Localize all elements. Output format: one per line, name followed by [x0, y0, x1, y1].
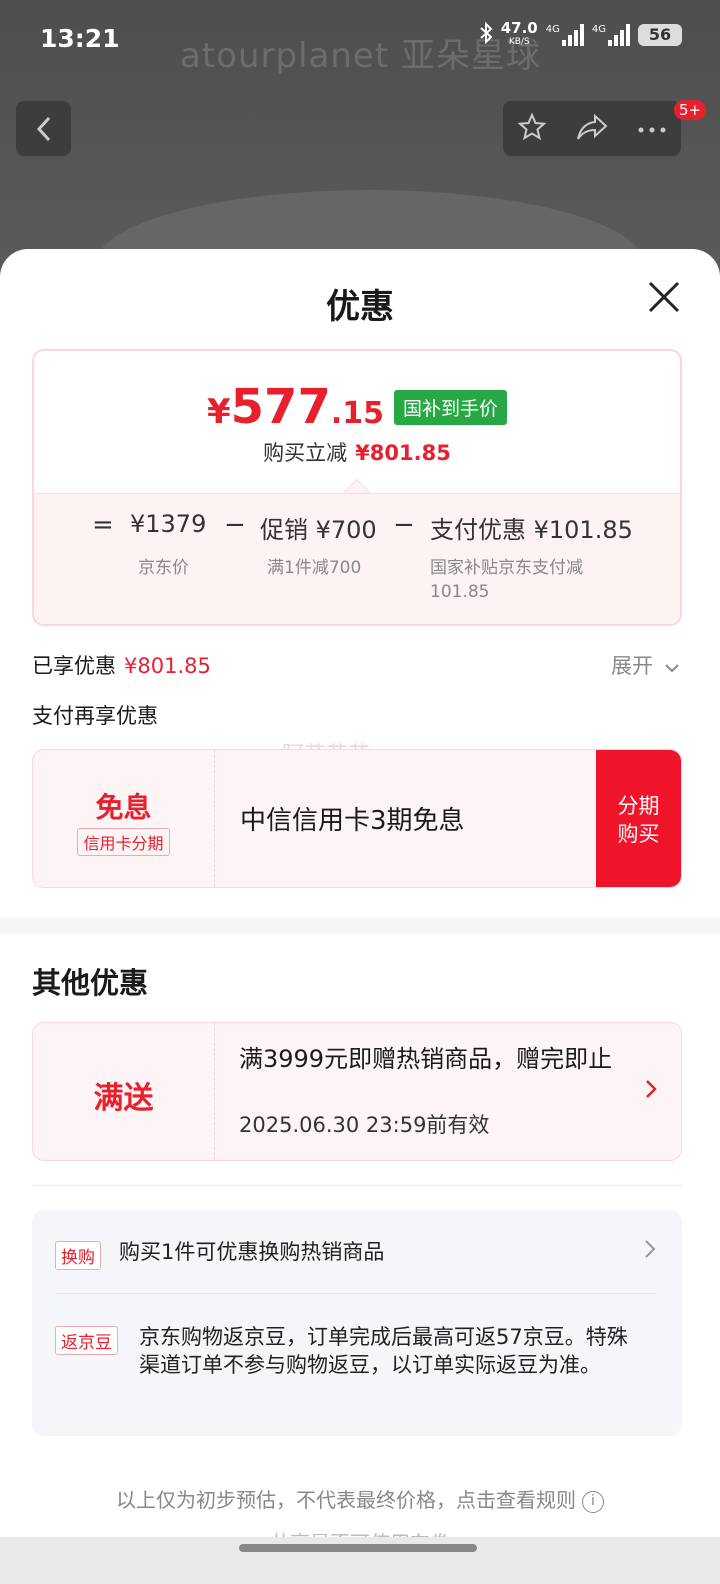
share-button[interactable]: [575, 112, 609, 146]
coupon-title: 免息: [95, 791, 152, 824]
expand-button[interactable]: 展开: [611, 650, 680, 680]
gift-coupon[interactable]: 满送 满3999元即赠热销商品，赠完即止 2025.06.30 23:59前有效: [32, 1022, 682, 1161]
sheet-title: 优惠: [326, 287, 394, 327]
jd-price-label: 京东价: [138, 558, 189, 578]
share-icon: [577, 113, 608, 140]
equals-sign: =: [92, 510, 114, 540]
chevron-right-icon: [645, 1077, 657, 1105]
chevron-left-icon: [36, 116, 50, 141]
enjoyed-discount: 已享优惠 ¥801.85: [32, 654, 211, 678]
info-icon: i: [582, 1490, 604, 1513]
coupon-text: 中信信用卡3期免息: [240, 806, 465, 836]
minus-sign-2: −: [393, 510, 415, 540]
pay-discount: 支付优惠 ¥101.85: [430, 516, 633, 544]
bluetooth-icon: [479, 21, 493, 48]
top-actions: [503, 101, 681, 156]
installment-buy-button[interactable]: 分期 购买: [596, 750, 681, 887]
more-icon: [638, 127, 666, 133]
gift-coupon-title: 满送: [93, 1081, 154, 1116]
star-icon: [517, 112, 547, 140]
close-icon: [648, 281, 680, 313]
pay-discount-desc: 国家补贴京东支付减101.85: [430, 558, 583, 602]
rules-link[interactable]: 以上仅为初步预估，不代表最终价格，点击查看规则 i: [0, 1484, 720, 1513]
favorite-button[interactable]: [517, 112, 547, 146]
exchange-tag: 换购: [55, 1241, 101, 1270]
close-button[interactable]: [642, 275, 686, 319]
info-divider: [56, 1293, 656, 1294]
exchange-text: 购买1件可优惠换购热销商品: [119, 1240, 385, 1264]
pay-more-title: 支付再享优惠: [32, 704, 158, 728]
chevron-down-icon: [664, 664, 679, 673]
chevron-right-icon: [644, 1239, 656, 1265]
divider: [32, 1185, 682, 1186]
home-indicator[interactable]: [239, 1544, 477, 1552]
status-time: 13:21: [40, 24, 120, 53]
purchase-cut: 购买立减 ¥801.85: [263, 441, 451, 465]
installment-coupon[interactable]: 免息 信用卡分期 中信信用卡3期免息 分期 购买: [32, 749, 682, 888]
extra-benefits-box: 换购 购买1件可优惠换购热销商品 返京豆 京东购物返京豆，订单完成后最高可返57…: [32, 1210, 682, 1436]
bean-text: 京东购物返京豆，订单完成后最高可返57京豆。特殊渠道订单不参与购物返豆，以订单实…: [139, 1325, 628, 1377]
gift-coupon-date: 2025.06.30 23:59前有效: [239, 1113, 490, 1137]
bean-tag: 返京豆: [55, 1326, 118, 1355]
promo-desc: 满1件减700: [267, 558, 362, 578]
promo-amount: 促销 ¥700: [260, 516, 377, 544]
other-discount-title: 其他优惠: [32, 966, 149, 1000]
coupon-left: 满送: [33, 1023, 215, 1160]
more-button[interactable]: [637, 119, 667, 138]
price-formula: = ¥1379 京东价 − 促销 ¥700 满1件减700 − 支付优惠 ¥10…: [34, 493, 680, 624]
signal-icon-2: 4G: [592, 24, 630, 46]
gift-coupon-text: 满3999元即赠热销商品，赠完即止: [239, 1045, 613, 1073]
subsidy-price-tag: 国补到手价: [394, 390, 508, 425]
net-speed: 47.0 KB/S: [500, 19, 538, 48]
coupon-tag: 信用卡分期: [77, 828, 170, 856]
signal-icon: 4G: [546, 24, 584, 46]
message-badge: 5+: [674, 100, 707, 120]
section-divider: [0, 918, 720, 934]
back-button[interactable]: [16, 101, 71, 156]
jd-price: ¥1379: [130, 510, 207, 538]
status-bar: 13:21 47.0 KB/S 4G 4G 56: [0, 0, 720, 80]
minus-sign: −: [224, 510, 246, 540]
discount-sheet: 优惠 ¥577.15 国补到手价 购买立减 ¥801.85 = ¥1379 京东价…: [0, 249, 720, 1584]
coupon-left: 免息 信用卡分期: [33, 750, 215, 887]
final-price: ¥577.15: [206, 379, 384, 435]
status-icons: 47.0 KB/S 4G 4G 56: [479, 19, 682, 48]
battery-icon: 56: [638, 24, 682, 46]
price-breakdown-card: ¥577.15 国补到手价 购买立减 ¥801.85 = ¥1379 京东价 − …: [32, 349, 682, 626]
